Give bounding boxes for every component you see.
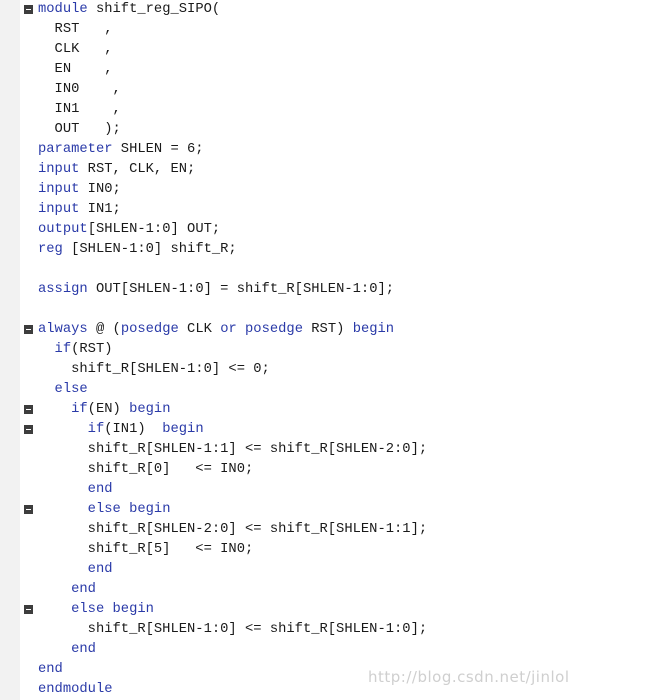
code-keyword: end [87, 482, 113, 497]
code-keyword: end [87, 562, 113, 577]
code-keyword: end [71, 642, 96, 657]
code-keyword: parameter [38, 142, 113, 157]
code-text: IN1; [79, 202, 121, 217]
code-keyword: end [38, 662, 63, 677]
code-keyword: else [87, 502, 121, 517]
code-text: (EN) [87, 402, 130, 417]
fold-collapse-icon[interactable] [24, 325, 33, 334]
code-line[interactable]: end [38, 660, 63, 680]
code-keyword: input [38, 182, 80, 197]
code-keyword: input [38, 202, 80, 217]
code-line[interactable]: end [71, 580, 96, 600]
code-keyword: endmodule [38, 682, 113, 697]
code-text: IN0 , [54, 82, 121, 97]
code-text: RST , [54, 22, 113, 37]
code-text: CLK [178, 322, 221, 337]
code-keyword: posedge [245, 322, 303, 337]
code-keyword: output [38, 222, 88, 237]
code-line[interactable]: input IN0; [38, 180, 121, 200]
code-text: shift_R[SHLEN-1:1] <= shift_R[SHLEN-2:0]… [87, 442, 428, 457]
fold-collapse-icon[interactable] [24, 425, 33, 434]
code-text: (RST) [71, 342, 113, 357]
code-text: SHLEN = 6; [112, 142, 204, 157]
code-line[interactable]: input RST, CLK, EN; [38, 160, 195, 180]
code-line[interactable]: else begin [71, 600, 154, 620]
code-text: (IN1) [104, 422, 163, 437]
code-text: shift_R[SHLEN-2:0] <= shift_R[SHLEN-1:1]… [87, 522, 428, 537]
code-text: CLK , [54, 42, 113, 57]
fold-collapse-icon[interactable] [24, 5, 33, 14]
code-line[interactable]: end [71, 640, 96, 660]
code-text: shift_R[SHLEN-1:0] <= 0; [71, 362, 270, 377]
code-line[interactable]: else begin [88, 500, 171, 520]
fold-collapse-icon[interactable] [24, 505, 33, 514]
code-keyword: begin [112, 602, 154, 617]
fold-collapse-icon[interactable] [24, 605, 33, 614]
fold-collapse-icon[interactable] [24, 405, 33, 414]
code-line[interactable]: shift_R[SHLEN-2:0] <= shift_R[SHLEN-1:1]… [88, 520, 427, 540]
code-line[interactable]: shift_R[5] <= IN0; [88, 540, 254, 560]
watermark: http://blog.csdn.net/jinlol [368, 668, 570, 686]
code-line[interactable]: if(IN1) begin [88, 420, 204, 440]
code-line[interactable]: module shift_reg_SIPO( [38, 0, 220, 20]
code-text: RST) [303, 322, 353, 337]
code-keyword: always [38, 322, 88, 337]
code-keyword: begin [162, 422, 204, 437]
editor-gutter [0, 0, 20, 700]
code-keyword: or [220, 322, 237, 337]
code-text: [SHLEN-1:0] shift_R; [62, 242, 237, 257]
code-text: OUT ); [54, 122, 121, 137]
code-line[interactable]: IN0 , [55, 80, 121, 100]
code-keyword: if [87, 422, 105, 437]
code-keyword: end [71, 582, 96, 597]
code-line[interactable]: IN1 , [55, 100, 121, 120]
code-text: shift_reg_SIPO( [87, 2, 221, 17]
code-keyword: if [54, 342, 72, 357]
code-keyword: posedge [120, 322, 179, 337]
code-text: [SHLEN-1:0] OUT; [87, 222, 221, 237]
code-line[interactable]: CLK , [55, 40, 113, 60]
code-line[interactable]: shift_R[SHLEN-1:0] <= shift_R[SHLEN-1:0]… [88, 620, 427, 640]
code-line[interactable]: end [88, 560, 113, 580]
code-line[interactable]: shift_R[SHLEN-1:0] <= 0; [71, 360, 270, 380]
code-text: RST, CLK, EN; [79, 162, 196, 177]
code-keyword: else [54, 382, 88, 397]
code-line[interactable]: OUT ); [55, 120, 121, 140]
code-line[interactable]: EN , [55, 60, 113, 80]
code-line[interactable]: always @ (posedge CLK or posedge RST) be… [38, 320, 394, 340]
code-line[interactable]: endmodule [38, 680, 113, 700]
code-line[interactable]: input IN1; [38, 200, 121, 220]
code-text: shift_R[SHLEN-1:0] <= shift_R[SHLEN-1:0]… [87, 622, 428, 637]
code-keyword: input [38, 162, 80, 177]
code-text: IN1 , [54, 102, 121, 117]
code-line[interactable]: if(EN) begin [71, 400, 170, 420]
code-keyword: module [38, 2, 88, 17]
code-line[interactable]: assign OUT[SHLEN-1:0] = shift_R[SHLEN-1:… [38, 280, 394, 300]
code-keyword: begin [352, 322, 395, 337]
code-keyword: begin [129, 402, 171, 417]
code-line[interactable]: reg [SHLEN-1:0] shift_R; [38, 240, 237, 260]
code-line[interactable]: if(RST) [55, 340, 113, 360]
code-line[interactable]: parameter SHLEN = 6; [38, 140, 204, 160]
code-text: EN , [54, 62, 113, 77]
code-line[interactable]: else [55, 380, 88, 400]
code-line[interactable]: end [88, 480, 113, 500]
code-text: OUT[SHLEN-1:0] = shift_R[SHLEN-1:0]; [87, 282, 395, 297]
code-line[interactable]: RST , [55, 20, 113, 40]
code-line[interactable]: output[SHLEN-1:0] OUT; [38, 220, 220, 240]
code-line[interactable]: shift_R[0] <= IN0; [88, 460, 254, 480]
code-text: shift_R[5] <= IN0; [87, 542, 254, 557]
code-keyword: assign [38, 282, 88, 297]
code-keyword: reg [38, 242, 63, 257]
code-line[interactable]: shift_R[SHLEN-1:1] <= shift_R[SHLEN-2:0]… [88, 440, 427, 460]
code-keyword: begin [129, 502, 171, 517]
code-keyword: if [71, 402, 88, 417]
code-text: shift_R[0] <= IN0; [87, 462, 254, 477]
code-text: IN0; [79, 182, 121, 197]
code-keyword: else [71, 602, 105, 617]
code-text: @ ( [87, 322, 121, 337]
